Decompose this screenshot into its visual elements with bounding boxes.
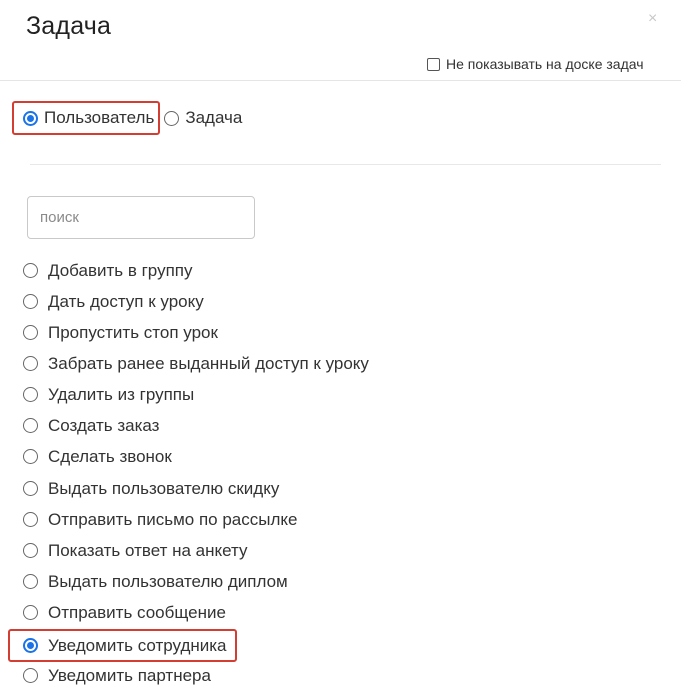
action-label: Создать заказ — [48, 415, 160, 435]
action-label: Отправить письмо по рассылке — [48, 509, 298, 529]
action-radio[interactable] — [23, 418, 38, 433]
action-label: Пропустить стоп урок — [48, 322, 218, 342]
action-label: Выдать пользователю диплом — [48, 571, 288, 591]
hide-on-board-checkbox[interactable] — [427, 57, 440, 71]
hide-on-board-label: Не показывать на доске задач — [446, 56, 644, 72]
action-item-selected[interactable]: Уведомить сотрудника — [8, 629, 237, 662]
action-radio[interactable] — [23, 449, 38, 464]
action-item[interactable]: Отправить сообщение — [23, 597, 226, 628]
action-radio[interactable] — [23, 605, 38, 620]
action-item[interactable]: Отправить письмо по рассылке — [23, 504, 297, 535]
action-radio[interactable] — [23, 263, 38, 278]
type-user-label: Пользователь — [44, 108, 155, 127]
action-item[interactable]: Уведомить партнера — [23, 660, 211, 691]
action-label: Отправить сообщение — [48, 602, 226, 622]
action-label: Дать доступ к уроку — [48, 291, 204, 311]
action-radio[interactable] — [23, 325, 38, 340]
action-label: Забрать ранее выданный доступ к уроку — [48, 353, 369, 373]
type-task-label: Задача — [185, 108, 243, 127]
action-item[interactable]: Забрать ранее выданный доступ к уроку — [23, 348, 369, 379]
action-label: Выдать пользователю скидку — [48, 478, 280, 498]
type-task-radio[interactable] — [164, 110, 180, 126]
action-item[interactable]: Сделать звонок — [23, 441, 172, 472]
search-input[interactable] — [27, 196, 255, 239]
type-selector: Пользователь Задача — [12, 101, 242, 135]
action-item[interactable]: Выдать пользователю диплом — [23, 566, 288, 597]
type-option-task[interactable]: Задача — [164, 108, 242, 128]
action-item[interactable]: Создать заказ — [23, 410, 159, 441]
action-label: Сделать звонок — [48, 446, 172, 466]
action-radio[interactable] — [23, 387, 38, 402]
type-option-user[interactable]: Пользователь — [12, 101, 161, 135]
header-divider — [0, 80, 681, 81]
section-divider — [30, 164, 661, 165]
action-item[interactable]: Добавить в группу — [23, 255, 192, 286]
action-radio[interactable] — [23, 356, 38, 371]
action-label: Добавить в группу — [48, 260, 193, 280]
action-item[interactable]: Выдать пользователю скидку — [23, 473, 279, 504]
close-icon[interactable]: × — [648, 10, 657, 28]
action-radio[interactable] — [23, 294, 38, 309]
action-item[interactable]: Показать ответ на анкету — [23, 535, 248, 566]
type-user-radio[interactable] — [23, 110, 38, 126]
action-label: Уведомить сотрудника — [48, 635, 227, 655]
action-item[interactable]: Дать доступ к уроку — [23, 286, 204, 317]
action-radio[interactable] — [23, 543, 38, 558]
action-item[interactable]: Удалить из группы — [23, 379, 194, 410]
hide-on-board-option[interactable]: Не показывать на доске задач — [427, 56, 644, 72]
action-radio[interactable] — [23, 481, 38, 496]
action-radio[interactable] — [23, 668, 38, 683]
action-label: Удалить из группы — [48, 384, 195, 404]
dialog-title: Задача — [26, 12, 112, 40]
action-radio[interactable] — [23, 512, 38, 527]
action-radio[interactable] — [23, 638, 38, 653]
action-radio[interactable] — [23, 574, 38, 589]
action-label: Показать ответ на анкету — [48, 540, 248, 560]
action-label: Уведомить партнера — [48, 665, 211, 685]
action-item[interactable]: Пропустить стоп урок — [23, 317, 218, 348]
